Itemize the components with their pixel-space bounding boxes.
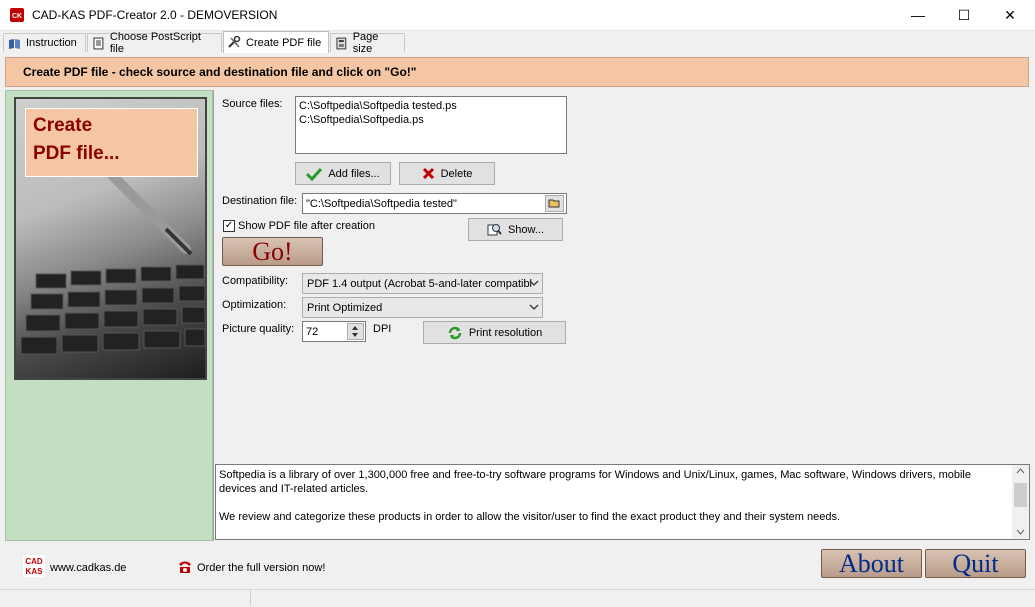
document-icon	[93, 37, 104, 49]
label-line-2: PDF file...	[33, 143, 120, 164]
tab-create-pdf[interactable]: Create PDF file	[223, 31, 329, 53]
list-item[interactable]: C:\Softpedia\Softpedia tested.ps	[299, 99, 563, 113]
print-resolution-button[interactable]: Print resolution	[423, 321, 566, 344]
book-icon	[9, 38, 20, 49]
refresh-icon	[448, 326, 462, 339]
window-title: CAD-KAS PDF-Creator 2.0 - DEMOVERSION	[32, 8, 278, 22]
optimization-select[interactable]: Print Optimized	[302, 297, 543, 318]
label-line-1: Create	[33, 115, 93, 136]
list-item[interactable]: C:\Softpedia\Softpedia.ps	[299, 113, 563, 127]
order-link[interactable]: Order the full version now!	[197, 562, 325, 574]
check-mark-icon: ✓	[224, 220, 234, 231]
scroll-thumb[interactable]	[1014, 483, 1027, 507]
tab-instruction[interactable]: Instruction	[3, 33, 86, 52]
minimize-button[interactable]: —	[895, 0, 941, 30]
compatibility-select[interactable]: PDF 1.4 output (Acrobat 5-and-later comp…	[302, 273, 543, 294]
svg-text:CK: CK	[12, 13, 22, 20]
instruction-banner: Create PDF file - check source and desti…	[5, 57, 1029, 87]
add-files-button[interactable]: Add files...	[295, 162, 391, 185]
phone-icon	[179, 561, 191, 573]
info-paragraph-1: Softpedia is a library of over 1,300,000…	[219, 469, 971, 495]
title-bar: CK CAD-KAS PDF-Creator 2.0 - DEMOVERSION…	[0, 0, 1035, 31]
quality-value: 72	[306, 325, 319, 338]
compatibility-label: Compatibility:	[222, 275, 289, 287]
info-textarea[interactable]: Softpedia is a library of over 1,300,000…	[215, 464, 1030, 540]
tools-icon	[228, 36, 241, 48]
tab-choose-postscript[interactable]: Choose PostScript file	[87, 31, 222, 55]
status-divider	[250, 590, 251, 606]
scroll-down-icon[interactable]	[1016, 529, 1025, 535]
svg-text:KAS: KAS	[26, 567, 44, 576]
browse-button[interactable]	[545, 195, 564, 212]
delete-button[interactable]: Delete	[399, 162, 495, 185]
tab-label: Create PDF file	[246, 36, 322, 49]
panel-divider	[213, 90, 214, 541]
source-files-list[interactable]: C:\Softpedia\Softpedia tested.ps C:\Soft…	[295, 96, 567, 154]
svg-text:CAD: CAD	[25, 557, 43, 566]
close-button[interactable]: ✕	[987, 0, 1033, 30]
show-button[interactable]: Show...	[468, 218, 563, 241]
info-paragraph-2: We review and categorize these products …	[219, 511, 841, 523]
tab-label: Page size	[352, 31, 379, 55]
show-button-label: Show...	[507, 223, 545, 236]
status-bar	[0, 589, 1035, 607]
spinner-arrows-icon	[352, 326, 358, 337]
scroll-up-icon[interactable]	[1016, 468, 1025, 474]
compatibility-value: PDF 1.4 output (Acrobat 5-and-later comp…	[307, 277, 533, 290]
optimization-value: Print Optimized	[307, 301, 383, 314]
chevron-down-icon	[529, 280, 539, 286]
tab-bar: Instruction Choose PostScript file Creat…	[0, 31, 1035, 55]
tab-label: Instruction	[26, 37, 77, 49]
add-files-label: Add files...	[328, 167, 380, 180]
cadkas-logo-icon[interactable]: CAD KAS	[22, 554, 46, 578]
tab-label: Choose PostScript file	[109, 31, 201, 55]
side-panel: Create PDF file...	[5, 90, 213, 541]
delete-label: Delete	[440, 167, 473, 180]
folder-open-icon	[548, 199, 560, 208]
create-pdf-label: Create PDF file...	[25, 108, 198, 177]
show-pdf-checkbox[interactable]: ✓	[223, 220, 235, 232]
keyboard-photo: Create PDF file...	[14, 97, 207, 380]
print-resolution-label: Print resolution	[468, 326, 543, 339]
destination-file-field[interactable]: "C:\Softpedia\Softpedia tested"	[302, 193, 567, 214]
dpi-label: DPI	[373, 323, 392, 335]
optimization-label: Optimization:	[222, 299, 287, 311]
source-files-label: Source files:	[222, 98, 283, 110]
app-logo-icon: CK	[10, 8, 24, 22]
magnifier-icon	[487, 224, 502, 236]
checkmark-icon	[306, 167, 323, 181]
go-button[interactable]: Go!	[222, 237, 323, 266]
chevron-down-icon	[529, 304, 539, 310]
destination-file-label: Destination file:	[222, 195, 298, 207]
quit-button[interactable]: Quit	[925, 549, 1026, 578]
maximize-button[interactable]: ☐	[941, 0, 987, 30]
tab-page-size[interactable]: Page size	[330, 31, 405, 55]
destination-value: "C:\Softpedia\Softpedia tested"	[306, 197, 457, 210]
website-link[interactable]: www.cadkas.de	[50, 562, 126, 574]
picture-quality-label: Picture quality:	[222, 323, 295, 335]
x-icon	[422, 167, 434, 180]
page-icon	[336, 37, 347, 49]
quality-spinner[interactable]	[347, 323, 364, 340]
about-button[interactable]: About	[821, 549, 922, 578]
info-scrollbar[interactable]	[1012, 465, 1029, 539]
show-pdf-label: Show PDF file after creation	[238, 220, 375, 232]
